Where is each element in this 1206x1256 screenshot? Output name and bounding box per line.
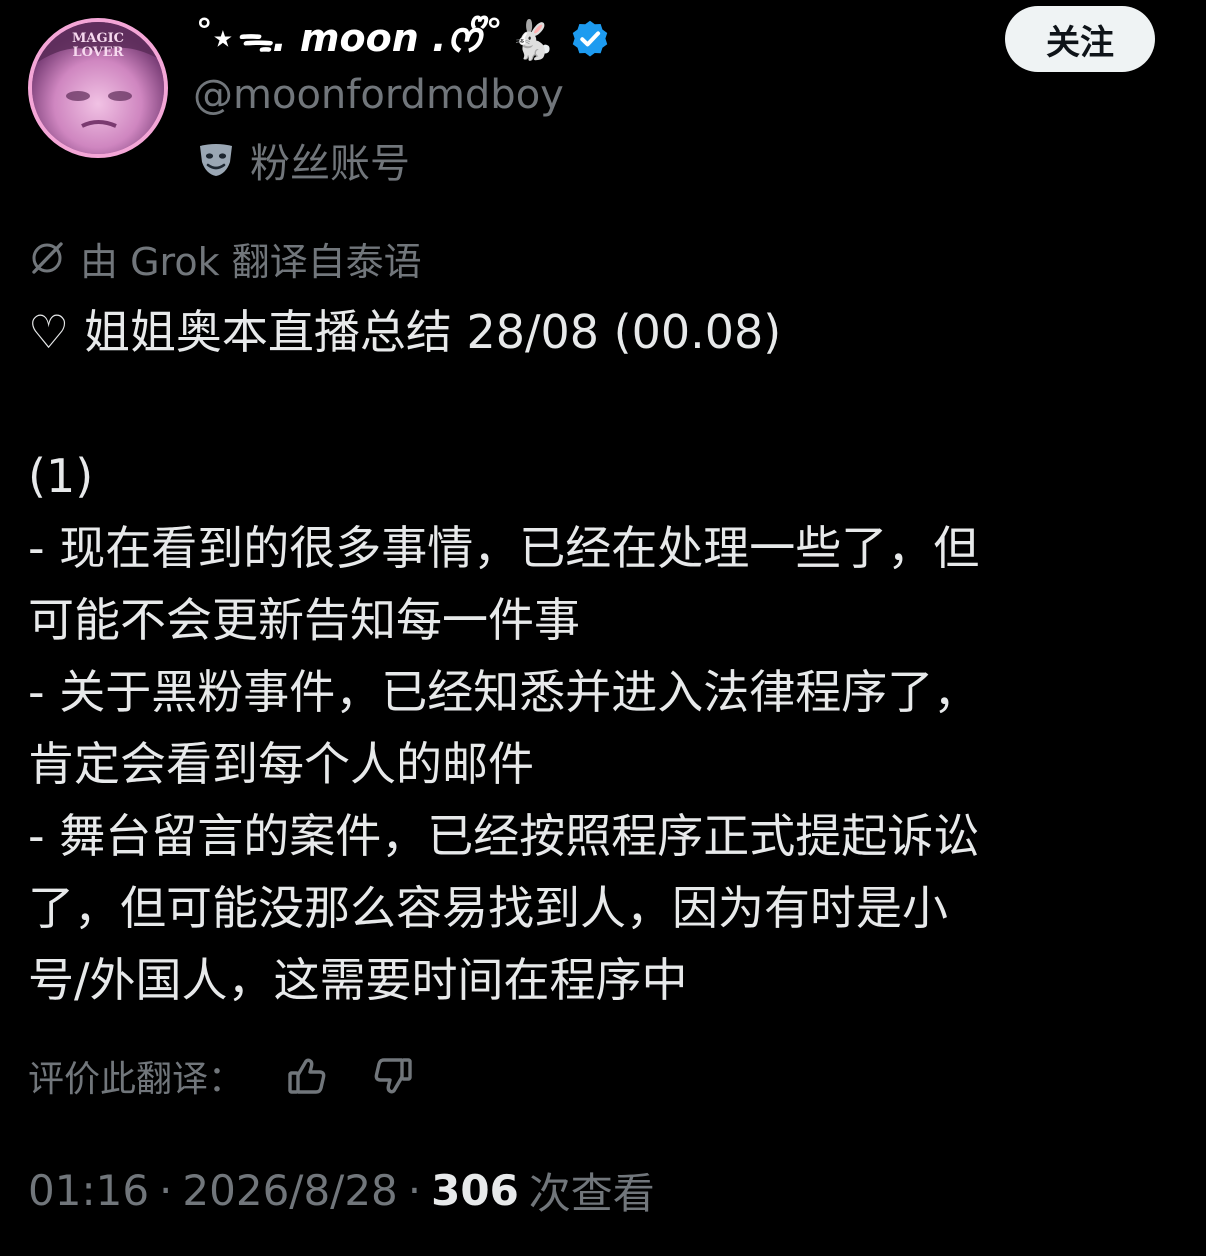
views-count[interactable]: 306 — [431, 1166, 519, 1215]
grok-icon — [28, 239, 66, 277]
meta-separator: · — [407, 1165, 422, 1215]
tweet-time[interactable]: 01:16 — [28, 1166, 149, 1215]
avatar-text-top: MAGIC — [72, 31, 124, 46]
meta-separator: · — [159, 1165, 173, 1215]
tweet-line: - 舞台留言的案件，已经按照程序正式提起诉讼 — [28, 809, 980, 863]
account-label-text: 粉丝账号 — [250, 141, 410, 187]
tweet-line: 了，但可能没那么容易找到人，因为有时是小 — [28, 881, 948, 935]
avatar[interactable]: MAGIC LOVER — [28, 18, 168, 158]
tweet-line: - 关于黑粉事件，已经知悉并进入法律程序了， — [28, 665, 980, 719]
tweet-line: 肯定会看到每个人的邮件 — [28, 737, 534, 791]
display-name-text[interactable]: ˚⋆ᯓ. moon .ᰔᩚ˚ — [192, 10, 501, 71]
rate-translation-label: 评价此翻译： — [28, 1059, 245, 1100]
tweet-line — [28, 368, 1178, 440]
rabbit-emoji: 🐇 — [508, 17, 557, 62]
tweet-line: 可能不会更新告知每一件事 — [28, 593, 580, 647]
tweet-line: (1) — [28, 449, 94, 503]
verified-badge-icon — [568, 18, 612, 62]
views-label[interactable]: 次查看 — [529, 1160, 655, 1221]
avatar-image: MAGIC LOVER — [32, 22, 164, 154]
tweet-date[interactable]: 2026/8/28 — [182, 1166, 397, 1215]
tweet-line: ♡ 姐姐奥本直播总结 28/08 (00.08) — [28, 305, 782, 359]
theater-mask-icon — [196, 140, 236, 180]
tweet-text: ♡ 姐姐奥本直播总结 28/08 (00.08) (1) - 现在看到的很多事情… — [28, 296, 1178, 1016]
follow-button[interactable]: 关注 — [1005, 6, 1155, 72]
thumbs-down-icon[interactable] — [370, 1054, 414, 1098]
tweet-meta: 01:16 · 2026/8/28 · 306 次查看 — [28, 1160, 655, 1220]
thumbs-up-icon[interactable] — [286, 1054, 330, 1098]
account-label: 粉丝账号 — [196, 134, 410, 187]
tweet-line: 号/外国人，这需要时间在程序中 — [28, 953, 688, 1007]
avatar-text-bottom: LOVER — [72, 45, 123, 60]
translation-note: 由 Grok 翻译自泰语 — [28, 232, 422, 284]
user-handle[interactable]: @moonfordmdboy — [193, 72, 564, 118]
translation-note-text: 由 Grok 翻译自泰语 — [80, 239, 422, 284]
tweet-line: - 现在看到的很多事情，已经在处理一些了，但 — [28, 521, 980, 575]
rate-translation: 评价此翻译： — [28, 1048, 414, 1104]
display-name[interactable]: ˚⋆ᯓ. moon .ᰔᩚ˚ 🐇 — [192, 12, 612, 68]
